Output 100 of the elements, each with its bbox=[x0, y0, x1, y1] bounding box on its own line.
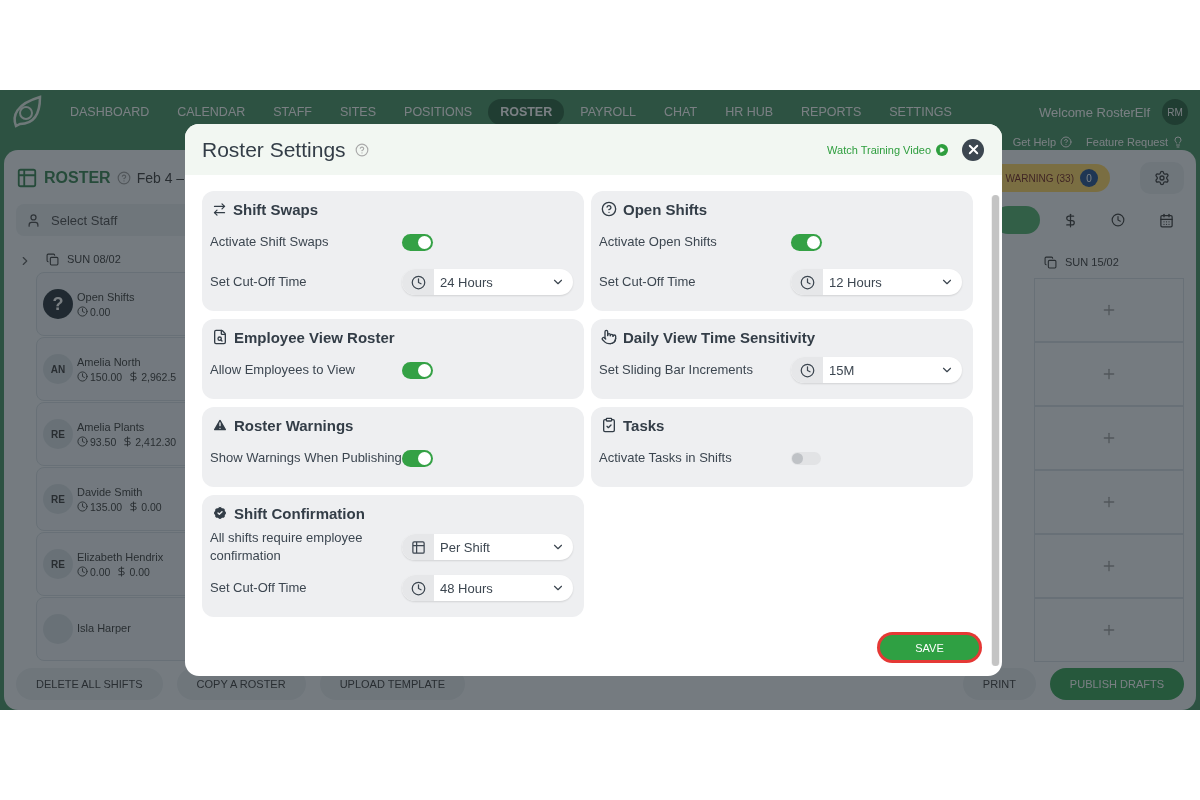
staff-placeholder: Select Staff bbox=[51, 212, 118, 228]
help-icon bbox=[601, 201, 617, 217]
staff-avatar: RE bbox=[43, 484, 73, 514]
nav-item[interactable]: PAYROLL bbox=[568, 99, 649, 125]
help-link[interactable]: Get Help bbox=[1012, 134, 1073, 150]
setting-label: Show Warnings When Publishing bbox=[210, 449, 402, 467]
plus-icon bbox=[1101, 558, 1117, 574]
action-button[interactable]: PUBLISH DRAFTS bbox=[1049, 668, 1184, 700]
shift-cell[interactable] bbox=[1034, 342, 1184, 406]
dropdown[interactable]: 24 Hours bbox=[402, 269, 573, 295]
staff-name: Open Shifts bbox=[77, 290, 135, 303]
clock-icon bbox=[77, 371, 88, 382]
nav-item[interactable]: CHAT bbox=[652, 99, 710, 125]
nav-item[interactable]: REPORTS bbox=[789, 99, 874, 125]
dropdown[interactable]: 48 Hours bbox=[402, 575, 573, 601]
dollar-icon bbox=[116, 566, 128, 577]
toggle-switch[interactable] bbox=[791, 233, 822, 251]
nav-item[interactable]: HR HUB bbox=[713, 99, 786, 125]
toggle-switch[interactable] bbox=[402, 449, 433, 467]
setting-label: Set Cut-Off Time bbox=[210, 579, 308, 597]
staff-name: Amelia Plants bbox=[77, 420, 146, 433]
staff-avatar: ? bbox=[43, 289, 73, 319]
hours-value: 150.00 bbox=[90, 370, 123, 383]
card-title: Daily View Time Sensitivity bbox=[623, 328, 816, 346]
nav-item[interactable]: STAFF bbox=[261, 99, 324, 125]
shift-cell[interactable] bbox=[1034, 598, 1184, 662]
nav-item[interactable]: ROSTER bbox=[488, 99, 565, 125]
clock-icon bbox=[799, 362, 815, 378]
dropdown-value: 15M bbox=[828, 362, 856, 378]
clock-icon bbox=[77, 501, 88, 512]
leaf-clock-logo[interactable] bbox=[10, 94, 44, 130]
cost-value: 2,412.30 bbox=[135, 435, 177, 448]
toggle-switch[interactable] bbox=[791, 451, 821, 465]
action-button[interactable]: DELETE ALL SHIFTS bbox=[16, 668, 163, 700]
hours-value: 0.00 bbox=[90, 565, 111, 578]
shift-cell[interactable] bbox=[1034, 278, 1184, 342]
dollar-icon bbox=[128, 501, 140, 512]
staff-avatar: RE bbox=[43, 419, 73, 449]
nav-item[interactable]: CALENDAR bbox=[165, 99, 258, 125]
close-button[interactable] bbox=[962, 138, 984, 161]
toggle-switch[interactable] bbox=[402, 361, 433, 379]
setting-label: All shifts require employee confirmation bbox=[210, 529, 364, 565]
training-video-link[interactable]: Watch Training Video bbox=[827, 143, 948, 156]
person-icon bbox=[26, 212, 41, 228]
copy-icon[interactable] bbox=[1044, 255, 1057, 269]
nav-item[interactable]: POSITIONS bbox=[392, 99, 485, 125]
staff-avatar: RE bbox=[43, 549, 73, 579]
settings-icon bbox=[1154, 170, 1170, 186]
help-icon bbox=[1060, 136, 1073, 148]
clipboard-check-icon bbox=[601, 417, 617, 433]
roster-title: ROSTER bbox=[44, 169, 111, 187]
clock-icon bbox=[77, 436, 88, 447]
user-avatar[interactable]: RM bbox=[1162, 99, 1188, 125]
scrollbar[interactable] bbox=[991, 195, 1000, 666]
dollar-icon bbox=[128, 371, 140, 382]
hours-value: 0.00 bbox=[90, 305, 111, 318]
hours-value: 93.50 bbox=[90, 435, 117, 448]
staff-avatar: AN bbox=[43, 354, 73, 384]
shift-cell[interactable] bbox=[1034, 534, 1184, 598]
play-icon bbox=[936, 143, 948, 156]
dropdown-value: 12 Hours bbox=[828, 274, 883, 290]
toggle-switch[interactable] bbox=[402, 233, 433, 251]
clock-icon bbox=[410, 580, 426, 596]
day-header: SUN 15/02 bbox=[1065, 256, 1119, 268]
copy-icon[interactable] bbox=[46, 252, 59, 266]
nav-item[interactable]: SITES bbox=[327, 99, 389, 125]
clock-icon[interactable] bbox=[1111, 213, 1125, 227]
roster-icon bbox=[16, 167, 38, 189]
plus-icon bbox=[1101, 430, 1117, 446]
save-button[interactable]: SAVE bbox=[878, 633, 981, 662]
card-title: Roster Warnings bbox=[234, 416, 354, 434]
dollar-icon bbox=[122, 436, 134, 447]
help-icon[interactable] bbox=[354, 142, 369, 157]
dropdown[interactable]: 15M bbox=[791, 357, 962, 383]
shift-cell[interactable] bbox=[1034, 406, 1184, 470]
settings-button[interactable] bbox=[1140, 162, 1184, 194]
setting-label: Set Cut-Off Time bbox=[210, 273, 308, 291]
day-header: SUN 08/02 bbox=[67, 253, 121, 265]
dropdown-value: 48 Hours bbox=[439, 580, 494, 596]
help-link-text[interactable]: Get Help bbox=[1012, 136, 1057, 148]
calendar-icon[interactable] bbox=[1158, 212, 1174, 228]
card-title: Employee View Roster bbox=[234, 328, 395, 346]
cost-value: 0.00 bbox=[129, 565, 150, 578]
warning-icon bbox=[212, 417, 228, 433]
dropdown-value: Per Shift bbox=[439, 539, 491, 555]
nav-item[interactable]: SETTINGS bbox=[877, 99, 964, 125]
shift-cell[interactable] bbox=[1034, 470, 1184, 534]
clock-icon bbox=[799, 274, 815, 290]
setting-label: Activate Open Shifts bbox=[599, 233, 718, 251]
setting-label: Activate Tasks in Shifts bbox=[599, 449, 733, 467]
plus-icon bbox=[1101, 302, 1117, 318]
dropdown[interactable]: Per Shift bbox=[402, 534, 573, 560]
dropdown[interactable]: 12 Hours bbox=[791, 269, 962, 295]
nav-item[interactable]: DASHBOARD bbox=[58, 99, 162, 125]
staff-name: Elizabeth Hendrix bbox=[77, 550, 164, 563]
help-link[interactable]: Feature Request bbox=[1086, 134, 1184, 150]
document-icon bbox=[212, 329, 228, 345]
plus-icon bbox=[1101, 366, 1117, 382]
clock-icon bbox=[410, 274, 426, 290]
help-link-text[interactable]: Feature Request bbox=[1086, 136, 1168, 148]
